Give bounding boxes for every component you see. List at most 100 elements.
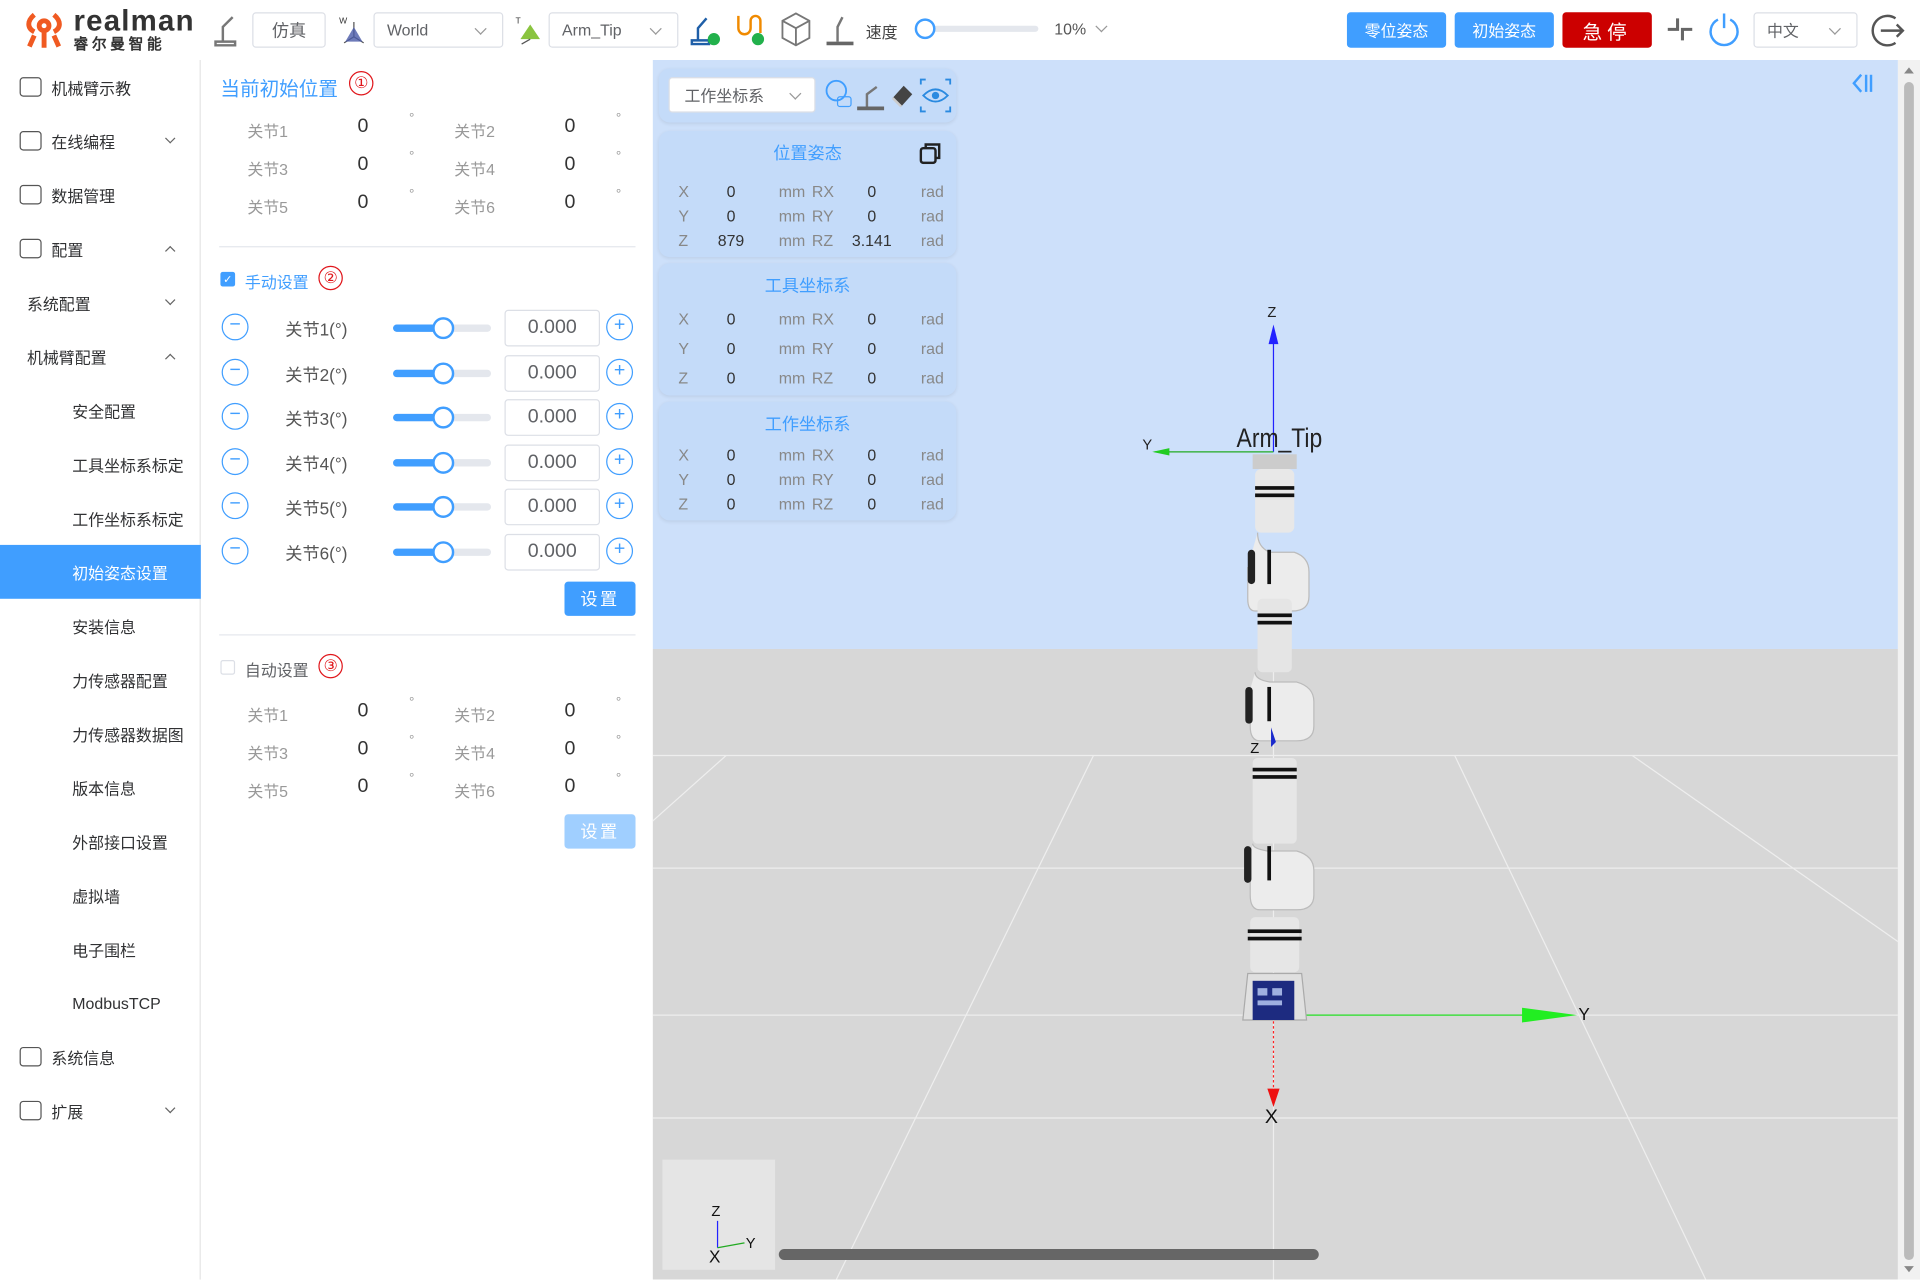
mode-button[interactable]: 仿真 bbox=[252, 12, 326, 48]
coord-label: X bbox=[678, 445, 689, 465]
tool-frame-select[interactable]: Arm_Tip bbox=[548, 12, 679, 48]
sidebar-item[interactable]: 力传感器数据图 bbox=[0, 707, 201, 761]
power-connected-icon[interactable] bbox=[732, 11, 766, 48]
view-frame-select[interactable]: 工作坐标系 bbox=[668, 77, 816, 113]
robot-motion-icon[interactable] bbox=[823, 10, 857, 49]
joint-input[interactable]: 0.000 bbox=[504, 309, 601, 347]
scroll-down-icon[interactable] bbox=[1904, 1266, 1914, 1273]
increment-button[interactable]: + bbox=[606, 492, 634, 520]
sidebar-item[interactable]: 系统配置 bbox=[0, 276, 201, 330]
sidebar-item[interactable]: 扩展 bbox=[0, 1084, 201, 1138]
init-pose-button[interactable]: 初始姿态 bbox=[1454, 12, 1554, 48]
robot-arm-icon[interactable] bbox=[211, 12, 240, 47]
increment-button[interactable]: + bbox=[606, 358, 634, 386]
3d-viewport[interactable]: Z Y Arm_Tip Y X Z ZYX 工作坐标系 位置姿态 X 0 mm … bbox=[652, 60, 1898, 1280]
coord-label: RX bbox=[811, 309, 834, 329]
horizontal-scrollbar[interactable] bbox=[778, 1248, 1319, 1261]
increment-button[interactable]: + bbox=[606, 447, 634, 475]
copy-icon[interactable] bbox=[919, 142, 942, 165]
sidebar-item[interactable]: 版本信息 bbox=[0, 760, 201, 814]
sidebar-item[interactable]: 系统信息 bbox=[0, 1030, 201, 1084]
eraser-icon[interactable] bbox=[889, 80, 916, 112]
joint-slider[interactable] bbox=[393, 496, 492, 519]
sidebar-item[interactable]: 虚拟墙 bbox=[0, 868, 201, 922]
joint-label: 关节5(°) bbox=[285, 498, 348, 519]
world-frame-select[interactable]: World bbox=[373, 12, 504, 48]
increment-button[interactable]: + bbox=[606, 313, 634, 341]
logout-icon[interactable] bbox=[1869, 11, 1908, 50]
slider-knob[interactable] bbox=[432, 406, 455, 429]
sidebar-item[interactable]: 力传感器配置 bbox=[0, 653, 201, 707]
speed-slider[interactable] bbox=[914, 18, 1039, 40]
slider-knob[interactable] bbox=[432, 361, 455, 384]
robot-connected-icon[interactable] bbox=[688, 11, 722, 48]
sidebar-item[interactable]: 机械臂示教 bbox=[0, 60, 201, 114]
joint-input[interactable]: 0.000 bbox=[504, 354, 601, 392]
decrement-button[interactable]: − bbox=[221, 492, 249, 520]
decrement-button[interactable]: − bbox=[221, 537, 249, 565]
decrement-button[interactable]: − bbox=[221, 447, 249, 475]
decrement-button[interactable]: − bbox=[221, 358, 249, 386]
coord-label: Z bbox=[678, 368, 689, 387]
sidebar-item[interactable]: 电子围栏 bbox=[0, 922, 201, 976]
decrement-button[interactable]: − bbox=[221, 403, 249, 431]
joint-slider[interactable] bbox=[393, 317, 492, 340]
joint-input[interactable]: 0.000 bbox=[504, 489, 601, 526]
slider-knob[interactable] bbox=[432, 541, 455, 564]
joint-slider[interactable] bbox=[393, 451, 492, 474]
sidebar: 机械臂示教 在线编程 数据管理 配置系统配置机械臂配置 安全配置工具坐标系标定工作坐标系… bbox=[0, 60, 201, 1280]
language-select[interactable]: 中文 bbox=[1753, 12, 1858, 48]
auto-checkbox[interactable] bbox=[220, 660, 236, 675]
joint-input[interactable]: 0.000 bbox=[504, 399, 601, 437]
collapse-panel-icon[interactable] bbox=[1850, 72, 1877, 96]
joint-slider[interactable] bbox=[393, 406, 492, 429]
search-point-icon[interactable] bbox=[823, 77, 855, 114]
increment-button[interactable]: + bbox=[606, 403, 634, 431]
sidebar-item-label: 系统配置 bbox=[26, 294, 91, 313]
sidebar-item[interactable]: 机械臂配置 bbox=[0, 329, 201, 383]
joint-input[interactable]: 0.000 bbox=[504, 444, 601, 481]
sidebar-item[interactable]: 安装信息 bbox=[0, 599, 201, 653]
sidebar-item[interactable]: 配置 bbox=[0, 222, 201, 276]
sidebar-item[interactable]: 数据管理 bbox=[0, 168, 201, 222]
robot-teach-icon[interactable] bbox=[855, 77, 887, 114]
coord-value: 0 bbox=[867, 470, 877, 489]
sidebar-item[interactable]: 工作坐标系标定 bbox=[0, 491, 201, 545]
scrollbar-thumb[interactable] bbox=[1904, 82, 1914, 1261]
zero-pose-button[interactable]: 零位姿态 bbox=[1346, 12, 1447, 48]
manual-set-button[interactable]: 设置 bbox=[564, 581, 636, 616]
emergency-stop-button[interactable]: 急停 bbox=[1562, 12, 1652, 48]
speed-select[interactable]: 10% bbox=[1054, 20, 1086, 38]
manual-checkbox[interactable]: ✓ bbox=[220, 271, 236, 287]
current-position-title: 当前初始位置 bbox=[220, 79, 338, 101]
power-icon[interactable] bbox=[1707, 11, 1741, 48]
sidebar-item-label: 工具坐标系标定 bbox=[72, 456, 184, 475]
view-toolbar: 工作坐标系 bbox=[658, 68, 957, 123]
sidebar-item[interactable]: 初始姿态设置 bbox=[0, 544, 201, 599]
slider-knob[interactable] bbox=[432, 317, 455, 340]
slider-knob[interactable] bbox=[432, 496, 455, 519]
joint-slider[interactable] bbox=[393, 361, 492, 384]
eye-icon[interactable] bbox=[918, 77, 952, 114]
coord-label: rad bbox=[920, 368, 944, 387]
unit-label: ° bbox=[408, 695, 415, 711]
joint-input[interactable]: 0.000 bbox=[504, 533, 601, 571]
chevron-down-icon[interactable] bbox=[1095, 20, 1108, 33]
speed-slider-knob[interactable] bbox=[914, 18, 936, 40]
sidebar-item[interactable]: ModbusTCP bbox=[0, 976, 201, 1030]
increment-button[interactable]: + bbox=[606, 537, 634, 565]
slider-knob[interactable] bbox=[432, 451, 455, 474]
decrement-button[interactable]: − bbox=[221, 313, 249, 341]
scroll-up-icon[interactable] bbox=[1904, 67, 1914, 74]
cube-icon[interactable] bbox=[779, 11, 813, 48]
sidebar-item[interactable]: 在线编程 bbox=[0, 114, 201, 168]
joint-slider[interactable] bbox=[393, 541, 492, 564]
vertical-scrollbar[interactable] bbox=[1897, 60, 1920, 1280]
collapse-icon[interactable] bbox=[1665, 15, 1694, 44]
sidebar-item[interactable]: 外部接口设置 bbox=[0, 814, 201, 868]
sidebar-item-label: 虚拟墙 bbox=[72, 887, 121, 906]
tool-frame-icon: T bbox=[516, 15, 541, 45]
sidebar-item[interactable]: 安全配置 bbox=[0, 383, 201, 437]
sidebar-item[interactable]: 工具坐标系标定 bbox=[0, 437, 201, 491]
auto-set-button[interactable]: 设置 bbox=[564, 814, 636, 849]
